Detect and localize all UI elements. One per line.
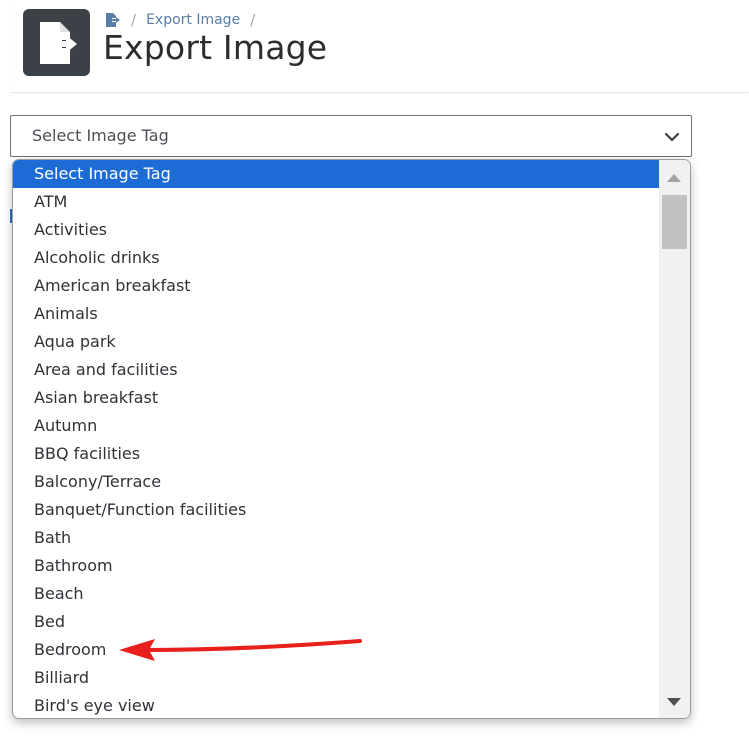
dropdown-option[interactable]: Asian breakfast: [13, 384, 659, 412]
image-tag-select[interactable]: Select Image Tag: [10, 115, 692, 157]
page-title: Export Image: [103, 28, 328, 67]
dropdown-option[interactable]: Select Image Tag: [13, 160, 659, 188]
breadcrumb: / Export Image /: [103, 11, 265, 29]
dropdown-option[interactable]: Area and facilities: [13, 356, 659, 384]
export-image-page: / Export Image / Export Image Select Ima…: [0, 0, 749, 741]
dropdown-option[interactable]: Beach: [13, 580, 659, 608]
dropdown-option[interactable]: Banquet/Function facilities: [13, 496, 659, 524]
dropdown-option[interactable]: Animals: [13, 300, 659, 328]
dropdown-option[interactable]: ATM: [13, 188, 659, 216]
dropdown-option[interactable]: BBQ facilities: [13, 440, 659, 468]
dropdown-option[interactable]: Bath: [13, 524, 659, 552]
dropdown-option[interactable]: Billiard: [13, 664, 659, 692]
dropdown-option[interactable]: Activities: [13, 216, 659, 244]
scrollbar-thumb[interactable]: [662, 195, 687, 249]
breadcrumb-home-icon[interactable]: [103, 11, 121, 29]
dropdown-option[interactable]: Aqua park: [13, 328, 659, 356]
dropdown-option[interactable]: American breakfast: [13, 272, 659, 300]
dropdown-option[interactable]: Bathroom: [13, 552, 659, 580]
chevron-down-icon: [663, 128, 681, 146]
dropdown-option[interactable]: Balcony/Terrace: [13, 468, 659, 496]
dropdown-scrollbar[interactable]: [659, 160, 690, 718]
select-value: Select Image Tag: [32, 126, 169, 145]
export-doc-icon: [23, 9, 90, 76]
breadcrumb-separator: /: [250, 11, 256, 29]
dropdown-option[interactable]: Bird's eye view: [13, 692, 659, 718]
red-arrow-icon: [119, 639, 362, 661]
scroll-up-arrow-icon[interactable]: [667, 174, 681, 182]
scroll-down-arrow-icon[interactable]: [667, 698, 681, 706]
breadcrumb-separator: /: [131, 11, 137, 29]
dropdown-option[interactable]: Autumn: [13, 412, 659, 440]
breadcrumb-current[interactable]: Export Image: [146, 12, 240, 28]
dropdown-option[interactable]: Alcoholic drinks: [13, 244, 659, 272]
